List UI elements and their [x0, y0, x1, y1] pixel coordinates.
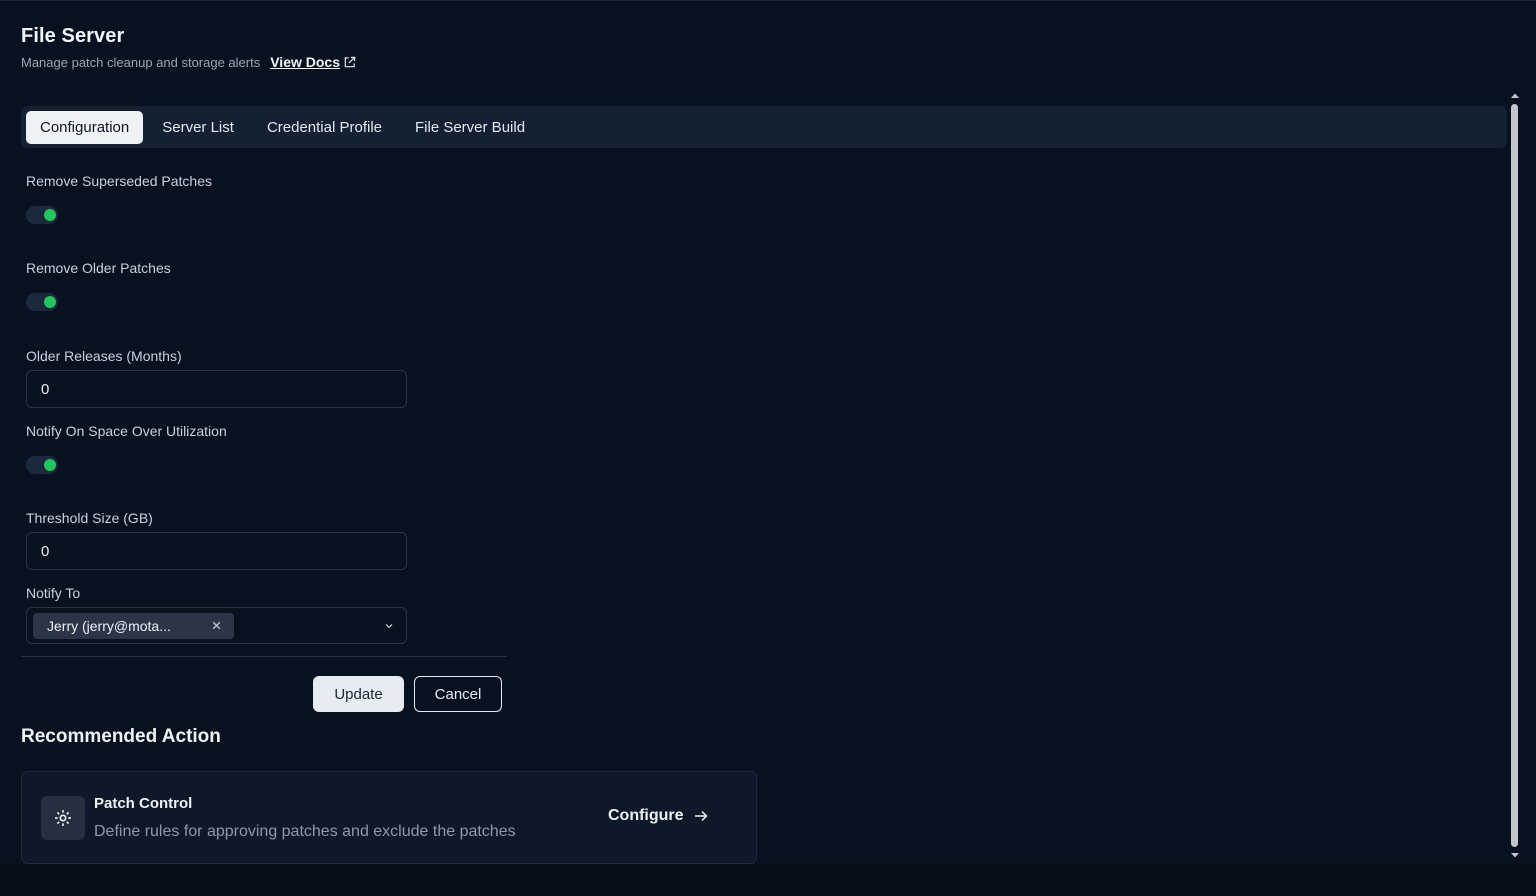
vertical-scrollbar[interactable] — [1509, 92, 1521, 861]
recipient-chip-label: Jerry (jerry@mota... — [47, 618, 171, 634]
tab-file-server-build[interactable]: File Server Build — [401, 111, 539, 144]
notify-to-select[interactable]: Jerry (jerry@mota... — [26, 607, 407, 644]
patch-control-icon-tile — [41, 796, 85, 840]
notify-space-toggle[interactable] — [26, 456, 58, 474]
scroll-down-arrow-icon[interactable] — [1510, 851, 1520, 859]
file-server-page: File Server Manage patch cleanup and sto… — [0, 0, 1536, 896]
view-docs-label: View Docs — [270, 54, 340, 70]
page-header: File Server Manage patch cleanup and sto… — [21, 25, 356, 70]
remove-older-toggle[interactable] — [26, 293, 58, 311]
older-releases-field: Older Releases (Months) 0 — [26, 348, 407, 408]
form-divider — [21, 656, 507, 657]
page-title: File Server — [21, 25, 125, 47]
tab-configuration[interactable]: Configuration — [26, 110, 144, 144]
notify-to-label: Notify To — [26, 585, 81, 601]
threshold-input[interactable]: 0 — [26, 532, 407, 570]
patch-control-title: Patch Control — [94, 795, 193, 812]
remove-older-label: Remove Older Patches — [26, 260, 171, 276]
tab-bar: Configuration Server List Credential Pro… — [21, 106, 1507, 148]
remove-chip-icon[interactable] — [211, 620, 222, 631]
gear-icon — [55, 810, 71, 826]
remove-older-field: Remove Older Patches — [26, 260, 407, 311]
notify-space-label: Notify On Space Over Utilization — [26, 423, 227, 439]
arrow-right-icon — [694, 810, 708, 822]
patch-control-description: Define rules for approving patches and e… — [94, 823, 516, 840]
notify-to-field: Notify To Jerry (jerry@mota... — [26, 585, 407, 644]
tab-server-list[interactable]: Server List — [148, 111, 248, 144]
configuration-form: Remove Superseded Patches Remove Older P… — [26, 173, 407, 644]
page-subtitle: Manage patch cleanup and storage alerts — [21, 54, 261, 70]
view-docs-link[interactable]: View Docs — [270, 54, 356, 70]
external-link-icon — [344, 56, 356, 67]
threshold-field: Threshold Size (GB) 0 — [26, 510, 407, 570]
cancel-button[interactable]: Cancel — [414, 676, 502, 712]
scrollbar-thumb[interactable] — [1511, 104, 1518, 847]
configure-link[interactable]: Configure — [608, 807, 708, 825]
toggle-knob — [44, 209, 56, 221]
page-subtitle-row: Manage patch cleanup and storage alerts … — [21, 54, 356, 70]
toggle-knob — [44, 459, 56, 471]
scroll-up-arrow-icon[interactable] — [1510, 92, 1520, 100]
remove-superseded-toggle[interactable] — [26, 206, 58, 224]
patch-control-card: Patch Control Define rules for approving… — [21, 771, 757, 864]
tab-credential-profile[interactable]: Credential Profile — [253, 111, 396, 144]
older-releases-label: Older Releases (Months) — [26, 348, 182, 364]
remove-superseded-label: Remove Superseded Patches — [26, 173, 212, 189]
configure-label: Configure — [608, 807, 684, 824]
update-button[interactable]: Update — [313, 676, 404, 712]
toggle-knob — [44, 296, 56, 308]
bottom-band — [0, 864, 1536, 896]
chevron-down-icon[interactable] — [384, 622, 394, 630]
older-releases-input[interactable]: 0 — [26, 370, 407, 408]
notify-space-field: Notify On Space Over Utilization — [26, 423, 407, 474]
recipient-chip: Jerry (jerry@mota... — [33, 613, 234, 639]
remove-superseded-field: Remove Superseded Patches — [26, 173, 407, 224]
threshold-label: Threshold Size (GB) — [26, 510, 153, 526]
recommended-action-title: Recommended Action — [21, 726, 221, 747]
